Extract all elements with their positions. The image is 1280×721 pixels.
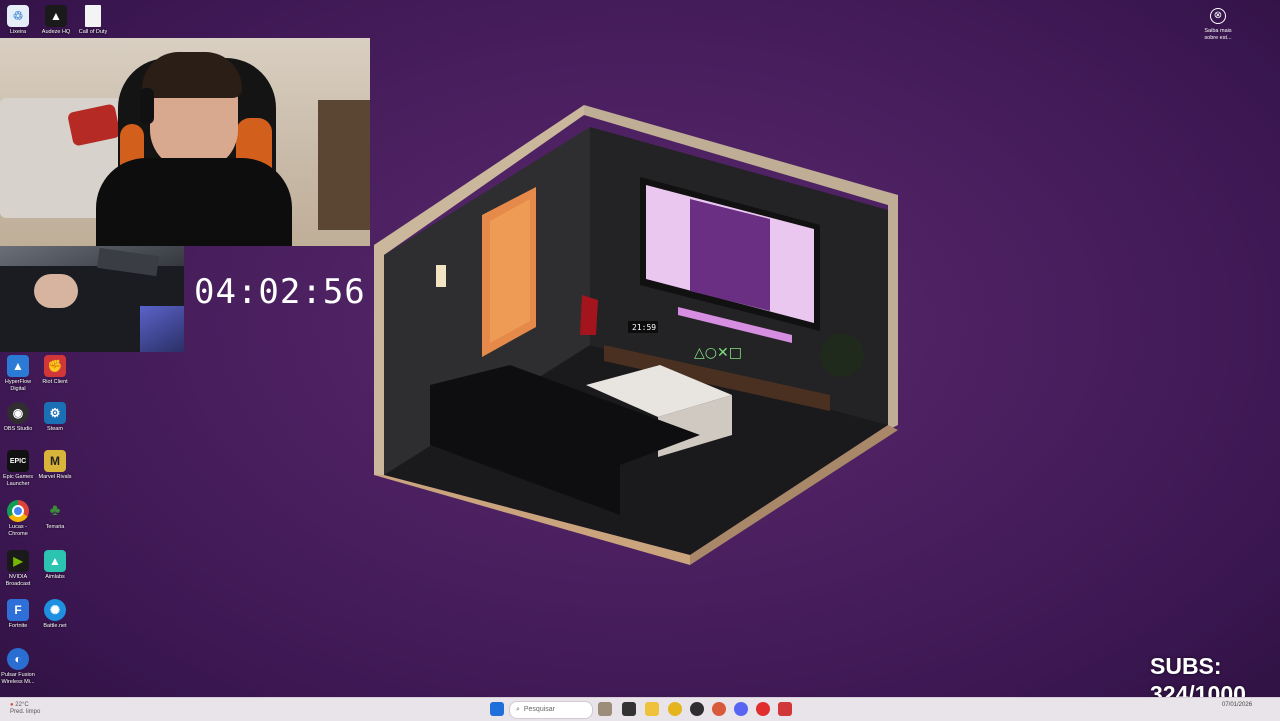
webcam-headset xyxy=(140,88,154,124)
desktop-icon-label: Marvel Rivals xyxy=(38,474,72,480)
marvel-rivals-icon: M xyxy=(44,450,66,472)
desktop-icon-label: HyperFlow Digital xyxy=(4,379,32,392)
desktop-icon-battlenet[interactable]: ✺ Battle.net xyxy=(37,599,73,630)
desktop-icon-label: Call of Duty xyxy=(78,29,108,35)
taskbar: ● 22°C Pred. limpo ⌕ Pesquisar 07/01/202… xyxy=(0,697,1280,721)
chrome-icon xyxy=(7,500,29,522)
desktop-icon-riot[interactable]: ✊ Riot Client xyxy=(37,355,73,386)
handcam-hand xyxy=(34,274,78,308)
desktop-icon-label: Steam xyxy=(47,426,63,432)
stream-timer: 04:02:56 xyxy=(194,272,366,312)
desktop-icon-label: Pulsar Fusion Wireless Mi... xyxy=(1,672,35,685)
desktop-icon-aimlabs[interactable]: ▲ Aimlabs xyxy=(37,550,73,581)
handcam-overlay xyxy=(0,246,184,352)
desktop-icon-label: Riot Client xyxy=(42,379,68,385)
desktop-icon-call-of-duty[interactable]: Call of Duty xyxy=(75,5,111,36)
weather-temp: 22°C xyxy=(15,702,29,708)
webcam-overlay xyxy=(0,38,370,246)
aimlabs-icon: ▲ xyxy=(44,550,66,572)
search-icon: ⌕ xyxy=(516,706,520,713)
search-placeholder: Pesquisar xyxy=(523,706,556,713)
desktop-icon-marvel-rivals[interactable]: M Marvel Rivals xyxy=(37,450,73,481)
weather-icon: ● xyxy=(10,702,14,708)
desktop-icon-steam[interactable]: ⚙ Steam xyxy=(37,402,73,433)
obs-icon: ◉ xyxy=(7,402,29,424)
desktop-icon-terraria[interactable]: ♣ Terraria xyxy=(37,500,73,531)
desktop-icon-label: Battle.net xyxy=(43,623,67,629)
desktop-icon-hyperflow[interactable]: ▲ HyperFlow Digital xyxy=(0,355,36,392)
taskbar-clock[interactable]: 07/01/2026 xyxy=(1222,702,1252,709)
desktop-icon-label: Aimlabs xyxy=(45,574,65,580)
riot-taskbar-icon[interactable] xyxy=(778,702,792,716)
chrome-profile-taskbar-icon[interactable] xyxy=(712,702,726,716)
start-button[interactable] xyxy=(490,702,504,716)
desktop-icon-label: Epic Games Launcher xyxy=(3,474,33,487)
room-guitar xyxy=(580,295,598,335)
wallpaper-room-art: 21:59 △○✕□ xyxy=(374,105,898,565)
desktop-icon-epic[interactable]: EPIC Epic Games Launcher xyxy=(0,450,36,487)
room-poster-glow xyxy=(490,199,530,343)
chrome-taskbar-icon[interactable] xyxy=(668,702,682,716)
app-red-taskbar-icon[interactable] xyxy=(756,702,770,716)
webcam-person-body xyxy=(96,158,292,246)
desktop-icon-fortnite[interactable]: F Fortnite xyxy=(0,599,36,630)
room-plant xyxy=(820,333,864,377)
desktop-icon-audeze[interactable]: ▲ Audeze HQ xyxy=(38,5,74,36)
hyperflow-icon: ▲ xyxy=(7,355,29,377)
weather-widget[interactable]: ● 22°C Pred. limpo xyxy=(10,702,40,716)
battlenet-icon: ✺ xyxy=(44,599,66,621)
nvidia-icon: ▶ xyxy=(7,550,29,572)
desktop-icon-nvidia-broadcast[interactable]: ▶ NVIDIA Broadcast xyxy=(0,550,36,587)
riot-icon: ✊ xyxy=(44,355,66,377)
pulsar-icon: ◐ xyxy=(7,648,29,670)
weather-desc: Pred. limpo xyxy=(10,709,41,715)
desktop-icon-label: OBS Studio xyxy=(3,426,33,432)
fortnite-icon: F xyxy=(7,599,29,621)
task-view-icon[interactable] xyxy=(598,702,612,716)
wallpaper-info-button[interactable]: ⊗ Saiba mais sobre est... xyxy=(1198,6,1238,41)
desktop-icon-label: Audeze HQ xyxy=(41,29,71,35)
desktop-icon-chrome[interactable]: Lucas - Chrome xyxy=(0,500,36,537)
discord-taskbar-icon[interactable] xyxy=(734,702,748,716)
room-clock-text: 21:59 xyxy=(632,323,656,332)
desktop-icon-label: Fortnite xyxy=(8,623,28,629)
info-circle-icon: ⊗ xyxy=(1210,8,1226,24)
desktop-icon-label: Lucas - Chrome xyxy=(8,524,28,537)
terminal-icon[interactable] xyxy=(622,702,636,716)
room-wall-lamp xyxy=(436,265,446,287)
steam-icon: ⚙ xyxy=(44,402,66,424)
desktop-icon-label: NVIDIA Broadcast xyxy=(5,574,31,587)
handcam-screen xyxy=(140,306,184,352)
taskbar-search[interactable]: ⌕ Pesquisar xyxy=(509,701,593,719)
subs-label: SUBS: xyxy=(1150,653,1222,679)
desktop-icon-label: Terraria xyxy=(45,524,65,530)
audeze-icon: ▲ xyxy=(45,5,67,27)
taskbar-date: 07/01/2026 xyxy=(1222,702,1253,708)
wallpaper-info-label: Saiba mais sobre est... xyxy=(1204,28,1232,41)
webcam-person-hair xyxy=(142,52,242,98)
desktop-icon-recycle-bin[interactable]: ♲ Lixeira xyxy=(0,5,36,36)
room-playstation-logo: △○✕□ xyxy=(694,345,742,361)
recycle-bin-icon: ♲ xyxy=(7,5,29,27)
desktop-icon-pulsar[interactable]: ◐ Pulsar Fusion Wireless Mi... xyxy=(0,648,36,685)
desktop-icon-label: Lixeira xyxy=(9,29,27,35)
terraria-icon: ♣ xyxy=(49,502,61,519)
obs-taskbar-icon[interactable] xyxy=(690,702,704,716)
file-icon xyxy=(85,5,101,27)
file-explorer-icon[interactable] xyxy=(645,702,659,716)
epic-games-icon: EPIC xyxy=(7,450,29,472)
desktop-icon-obs[interactable]: ◉ OBS Studio xyxy=(0,402,36,433)
